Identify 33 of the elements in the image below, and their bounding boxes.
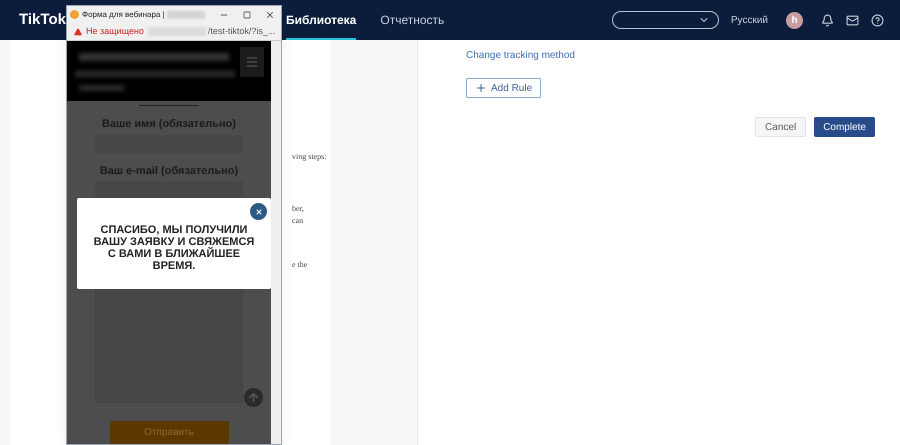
plus-icon xyxy=(475,82,487,94)
text-fragment: ber, xyxy=(292,203,305,215)
text-fragment: ving steps: xyxy=(292,151,328,163)
close-icon xyxy=(254,208,262,216)
cancel-button[interactable]: Cancel xyxy=(755,117,806,137)
add-rule-button[interactable]: Add Rule xyxy=(466,78,542,98)
security-label: Не защищено xyxy=(86,24,144,38)
success-message: СПАСИБО, МЫ ПОЛУЧИЛИ ВАШУ ЗАЯВКУ И СВЯЖЕМСЯ С ВАМИ В БЛИЖАЙШЕЕ ВРЕМЯ. xyxy=(92,224,256,272)
maximize-icon[interactable] xyxy=(243,10,251,18)
blurred-title xyxy=(166,10,205,18)
logo[interactable]: TikTok xyxy=(19,8,66,32)
arrow-up-icon xyxy=(247,391,260,404)
close-button[interactable] xyxy=(250,203,267,220)
account-dropdown[interactable] xyxy=(612,11,719,29)
change-tracking-link[interactable]: Change tracking method xyxy=(466,48,575,63)
input-field[interactable] xyxy=(95,181,243,199)
address-bar[interactable]: Не защищено /test-tiktok/?is_... xyxy=(67,23,281,41)
warning-icon xyxy=(74,28,82,36)
favicon-icon xyxy=(70,10,79,19)
menu-icon xyxy=(245,55,259,69)
bell-icon[interactable] xyxy=(821,14,834,26)
text-fragment: e the xyxy=(292,259,308,271)
scrollbar[interactable] xyxy=(271,41,281,444)
blurred-caption xyxy=(79,85,124,91)
url-text: /test-tiktok/?is_... xyxy=(208,24,276,38)
help-icon[interactable] xyxy=(871,14,884,26)
close-icon[interactable] xyxy=(265,10,275,20)
complete-button[interactable]: Complete xyxy=(814,117,875,137)
language-selector[interactable]: Русский xyxy=(730,12,768,28)
window-title: Форма для вебинара | xyxy=(82,8,165,20)
mail-icon[interactable] xyxy=(846,14,859,26)
nav-tab[interactable]: Отчетность xyxy=(380,0,444,40)
text-fragment: can xyxy=(292,215,304,227)
